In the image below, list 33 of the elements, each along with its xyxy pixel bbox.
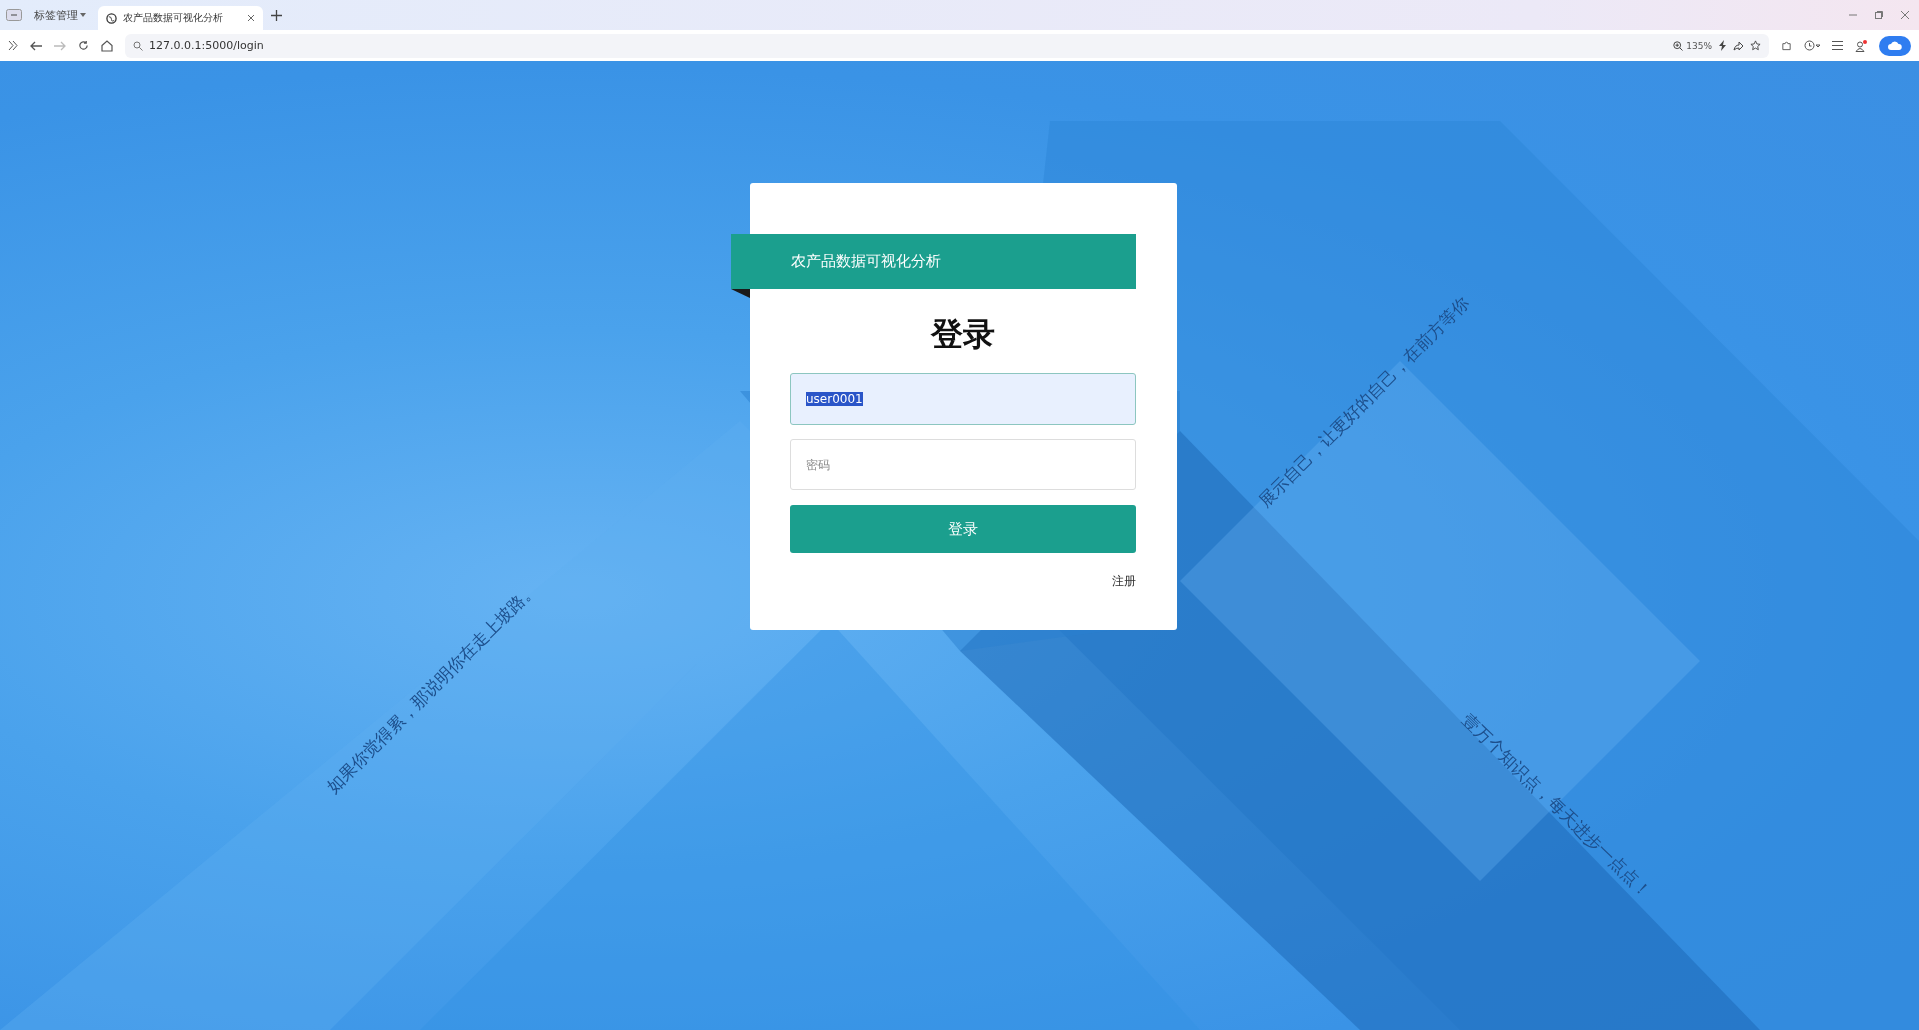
browser-tab[interactable]: 农产品数据可视化分析 bbox=[98, 6, 263, 30]
zoom-icon bbox=[1673, 40, 1684, 51]
home-icon[interactable] bbox=[101, 39, 113, 52]
new-tab-icon[interactable] bbox=[271, 9, 282, 21]
ribbon-fold bbox=[731, 289, 750, 298]
address-bar[interactable]: 127.0.0.1:5000/login 135% bbox=[125, 33, 1769, 58]
share-icon[interactable] bbox=[1733, 40, 1744, 51]
zoom-button[interactable]: 135% bbox=[1673, 40, 1712, 51]
reload-icon[interactable] bbox=[78, 40, 89, 51]
star-icon[interactable] bbox=[1750, 40, 1761, 51]
restore-icon[interactable] bbox=[1875, 11, 1883, 19]
username-field[interactable]: user0001 bbox=[790, 373, 1136, 425]
history-icon[interactable] bbox=[1804, 40, 1820, 51]
background-quote: 壹万个知识点，每天进步一点点！ bbox=[1457, 709, 1657, 903]
password-field[interactable]: 密码 bbox=[790, 439, 1136, 490]
search-icon bbox=[133, 40, 143, 51]
tab-group-button[interactable]: 标签管理 bbox=[30, 5, 90, 25]
lightning-icon[interactable] bbox=[1718, 40, 1727, 51]
register-link[interactable]: 注册 bbox=[1112, 573, 1136, 590]
background-quote: 展示自己，让更好的自己，在前方等你 bbox=[1253, 292, 1475, 513]
background-quote: 如果你觉得累，那说明你在走上坡路。 bbox=[321, 578, 543, 799]
back-icon[interactable] bbox=[30, 40, 42, 51]
close-icon[interactable] bbox=[247, 14, 255, 22]
tab-title: 农产品数据可视化分析 bbox=[123, 11, 224, 25]
expand-icon[interactable] bbox=[8, 41, 18, 50]
menu-icon[interactable] bbox=[1832, 41, 1843, 50]
app-title-banner: 农产品数据可视化分析 bbox=[731, 234, 1136, 289]
cloud-icon bbox=[1888, 41, 1902, 50]
cloud-button[interactable] bbox=[1879, 35, 1911, 56]
user-icon[interactable] bbox=[1855, 39, 1867, 52]
login-heading: 登录 bbox=[931, 314, 995, 355]
caret-icon bbox=[80, 13, 86, 17]
close-icon[interactable] bbox=[1901, 11, 1909, 19]
